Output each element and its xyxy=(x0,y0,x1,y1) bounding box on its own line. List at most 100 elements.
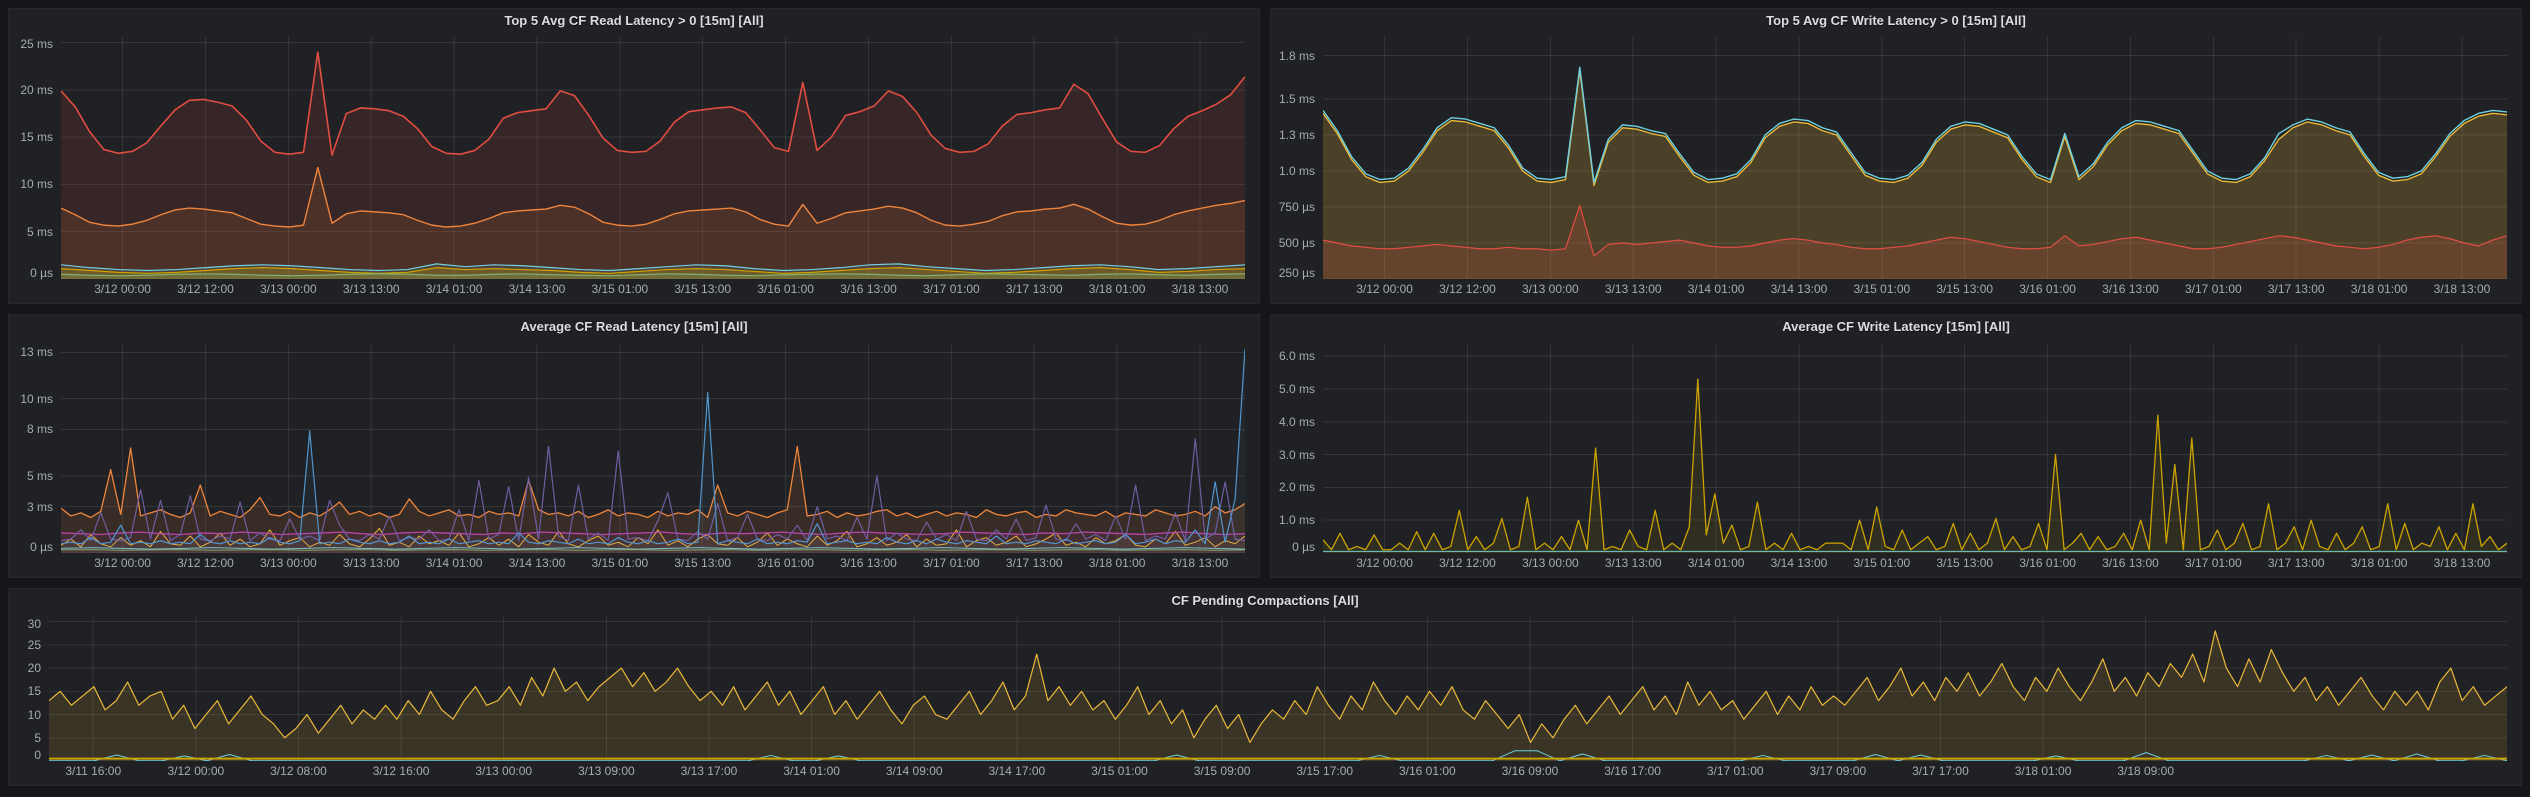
chart-canvas xyxy=(61,37,1245,279)
y-tick-label: 3 ms xyxy=(27,500,53,514)
series-line-write-gold xyxy=(1323,379,2507,550)
y-tick-label: 10 xyxy=(28,708,41,722)
dashboard-row-middle: Average CF Read Latency [15m] [All] 13 m… xyxy=(8,314,2522,578)
x-tick-label: 3/15 17:00 xyxy=(1275,764,1375,778)
x-tick-label: 3/12 08:00 xyxy=(248,764,348,778)
y-tick-label: 20 ms xyxy=(20,83,53,97)
x-axis: 3/11 16:003/12 00:003/12 08:003/12 16:00… xyxy=(9,761,2521,785)
x-tick-label: 3/14 09:00 xyxy=(864,764,964,778)
series-fill-write-gold xyxy=(1323,379,2507,553)
x-axis: 3/12 00:003/12 12:003/13 00:003/13 13:00… xyxy=(1271,279,2521,303)
avg-read-latency-chart: 13 ms 10 ms 8 ms 5 ms 3 ms 0 µs xyxy=(9,339,1259,553)
write-latency-top5-chart: 1.8 ms 1.5 ms 1.3 ms 1.0 ms 750 µs 500 µs 250 … xyxy=(1271,33,2521,279)
y-tick-label: 10 ms xyxy=(20,392,53,406)
y-axis: 30 25 20 15 10 5 0 xyxy=(9,617,49,761)
plot-area[interactable] xyxy=(1323,37,2507,279)
series-fill-pending-compactions xyxy=(49,631,2507,761)
y-tick-label: 5 xyxy=(34,731,41,745)
panel-avg-read-latency: Average CF Read Latency [15m] [All] 13 m… xyxy=(8,314,1260,578)
x-tick-label: 3/18 13:00 xyxy=(1150,282,1250,296)
x-tick-label: 3/14 17:00 xyxy=(967,764,1067,778)
y-tick-label: 1.0 ms xyxy=(1279,513,1315,527)
y-tick-label: 0 µs xyxy=(1292,540,1315,554)
panel-title[interactable]: Top 5 Avg CF Write Latency > 0 [15m] [Al… xyxy=(1271,9,2521,33)
y-tick-label: 15 ms xyxy=(20,130,53,144)
dashboard-row-top: Top 5 Avg CF Read Latency > 0 [15m] [All… xyxy=(8,8,2522,304)
x-tick-label: 3/17 17:00 xyxy=(1890,764,1990,778)
x-tick-label: 3/16 17:00 xyxy=(1583,764,1683,778)
x-tick-label: 3/18 09:00 xyxy=(2096,764,2196,778)
pending-compactions-chart: 30 25 20 15 10 5 0 xyxy=(9,613,2521,761)
x-tick-label: 3/16 01:00 xyxy=(1377,764,1477,778)
y-tick-label: 0 µs xyxy=(30,266,53,280)
x-tick-label: 3/15 01:00 xyxy=(1069,764,1169,778)
panel-top5-read-latency: Top 5 Avg CF Read Latency > 0 [15m] [All… xyxy=(8,8,1260,304)
dashboard: Top 5 Avg CF Read Latency > 0 [15m] [All… xyxy=(0,0,2530,797)
x-axis: 3/12 00:003/12 12:003/13 00:003/13 13:00… xyxy=(9,279,1259,303)
x-tick-label: 3/12 00:00 xyxy=(146,764,246,778)
chart-canvas xyxy=(1323,37,2507,279)
x-tick-label: 3/14 01:00 xyxy=(762,764,862,778)
y-tick-label: 0 xyxy=(34,748,41,762)
x-tick-label: 3/18 13:00 xyxy=(2412,556,2512,570)
y-tick-label: 3.0 ms xyxy=(1279,448,1315,462)
plot-area[interactable] xyxy=(61,343,1245,553)
y-tick-label: 1.3 ms xyxy=(1279,128,1315,142)
y-tick-label: 1.0 ms xyxy=(1279,164,1315,178)
x-axis: 3/12 00:003/12 12:003/13 00:003/13 13:00… xyxy=(9,553,1259,577)
x-tick-label: 3/13 17:00 xyxy=(659,764,759,778)
y-tick-label: 2.0 ms xyxy=(1279,480,1315,494)
y-tick-label: 1.5 ms xyxy=(1279,92,1315,106)
x-axis: 3/12 00:003/12 12:003/13 00:003/13 13:00… xyxy=(1271,553,2521,577)
y-axis: 13 ms 10 ms 8 ms 5 ms 3 ms 0 µs xyxy=(9,343,61,553)
x-tick-label: 3/18 13:00 xyxy=(1150,556,1250,570)
y-tick-label: 8 ms xyxy=(27,422,53,436)
panel-pending-compactions: CF Pending Compactions [All] 30 25 20 15 10 5… xyxy=(8,588,2522,786)
y-tick-label: 6.0 ms xyxy=(1279,349,1315,363)
panel-avg-write-latency: Average CF Write Latency [15m] [All] 6.0… xyxy=(1270,314,2522,578)
chart-canvas xyxy=(49,617,2507,761)
plot-area[interactable] xyxy=(1323,343,2507,553)
panel-title[interactable]: Average CF Read Latency [15m] [All] xyxy=(9,315,1259,339)
read-latency-top5-chart: 25 ms 20 ms 15 ms 10 ms 5 ms 0 µs xyxy=(9,33,1259,279)
plot-area[interactable] xyxy=(49,617,2507,761)
x-tick-label: 3/17 01:00 xyxy=(1685,764,1785,778)
panel-top5-write-latency: Top 5 Avg CF Write Latency > 0 [15m] [Al… xyxy=(1270,8,2522,304)
x-tick-label: 3/13 09:00 xyxy=(556,764,656,778)
dashboard-row-bottom: CF Pending Compactions [All] 30 25 20 15 10 5… xyxy=(8,588,2522,786)
y-tick-label: 750 µs xyxy=(1279,200,1315,214)
chart-canvas xyxy=(61,343,1245,553)
y-axis: 1.8 ms 1.5 ms 1.3 ms 1.0 ms 750 µs 500 µs 250 … xyxy=(1271,37,1323,279)
plot-area[interactable] xyxy=(61,37,1245,279)
y-tick-label: 5.0 ms xyxy=(1279,382,1315,396)
panel-title[interactable]: Top 5 Avg CF Read Latency > 0 [15m] [All… xyxy=(9,9,1259,33)
y-tick-label: 500 µs xyxy=(1279,236,1315,250)
y-tick-label: 20 xyxy=(28,661,41,675)
y-tick-label: 25 xyxy=(28,638,41,652)
y-tick-label: 5 ms xyxy=(27,469,53,483)
y-tick-label: 0 µs xyxy=(30,540,53,554)
x-tick-label: 3/11 16:00 xyxy=(43,764,143,778)
chart-canvas xyxy=(1323,343,2507,553)
y-tick-label: 13 ms xyxy=(20,345,53,359)
panel-title[interactable]: CF Pending Compactions [All] xyxy=(9,589,2521,613)
y-tick-label: 5 ms xyxy=(27,225,53,239)
y-tick-label: 30 xyxy=(28,617,41,631)
x-tick-label: 3/18 01:00 xyxy=(1993,764,2093,778)
y-tick-label: 10 ms xyxy=(20,177,53,191)
panel-title[interactable]: Average CF Write Latency [15m] [All] xyxy=(1271,315,2521,339)
x-tick-label: 3/16 09:00 xyxy=(1480,764,1580,778)
x-tick-label: 3/17 09:00 xyxy=(1788,764,1888,778)
x-tick-label: 3/15 09:00 xyxy=(1172,764,1272,778)
x-tick-label: 3/13 00:00 xyxy=(454,764,554,778)
y-tick-label: 25 ms xyxy=(20,37,53,51)
y-axis: 25 ms 20 ms 15 ms 10 ms 5 ms 0 µs xyxy=(9,37,61,279)
y-tick-label: 15 xyxy=(28,684,41,698)
y-tick-label: 4.0 ms xyxy=(1279,415,1315,429)
y-tick-label: 1.8 ms xyxy=(1279,49,1315,63)
avg-write-latency-chart: 6.0 ms 5.0 ms 4.0 ms 3.0 ms 2.0 ms 1.0 ms 0 µs xyxy=(1271,339,2521,553)
y-axis: 6.0 ms 5.0 ms 4.0 ms 3.0 ms 2.0 ms 1.0 ms 0 µs xyxy=(1271,343,1323,553)
y-tick-label: 250 µs xyxy=(1279,266,1315,280)
x-tick-label: 3/12 16:00 xyxy=(351,764,451,778)
x-tick-label: 3/18 13:00 xyxy=(2412,282,2512,296)
